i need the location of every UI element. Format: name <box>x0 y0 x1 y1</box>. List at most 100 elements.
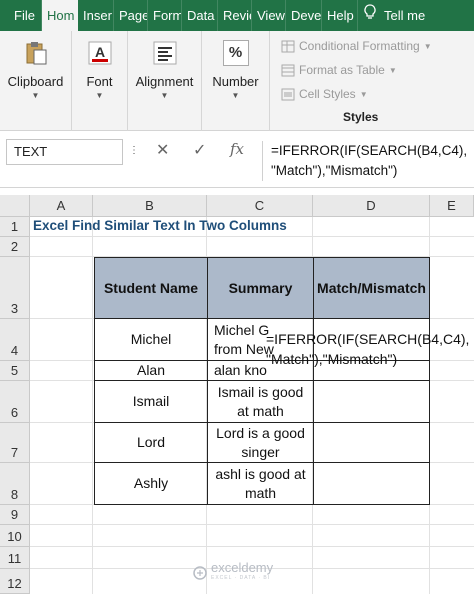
conditional-formatting-button[interactable]: Conditional Formatting ▼ <box>281 39 432 53</box>
tell-me-search[interactable]: Tell me <box>382 0 430 31</box>
font-color-icon: A <box>88 41 111 65</box>
tab-review[interactable]: Revie <box>218 0 252 31</box>
sheet-title-cell[interactable]: Excel Find Similar Text In Two Columns <box>33 218 287 233</box>
tab-home[interactable]: Hom <box>42 0 78 31</box>
header-summary[interactable]: Summary <box>207 257 314 319</box>
alignment-group[interactable]: Alignment ▼ <box>128 31 202 131</box>
cell-d6[interactable] <box>313 380 430 423</box>
select-all-corner[interactable] <box>0 195 30 217</box>
cell-c8-line2: math <box>244 484 277 501</box>
tab-view[interactable]: View <box>252 0 286 31</box>
tab-file[interactable]: File <box>0 0 42 31</box>
chevron-down-icon: ▼ <box>160 91 169 100</box>
alignment-label: Alignment <box>135 74 194 89</box>
gridline <box>30 546 474 547</box>
format-as-table-button[interactable]: Format as Table ▼ <box>281 63 397 77</box>
row-header-3[interactable]: 3 <box>0 257 30 319</box>
cell-b4[interactable]: Michel <box>94 318 208 361</box>
chevron-down-icon: ▼ <box>231 91 240 100</box>
row-header-8[interactable]: 8 <box>0 463 30 505</box>
cell-c7-line1: Lord is a good <box>216 424 305 441</box>
chevron-down-icon: ▼ <box>95 91 104 100</box>
gridline <box>30 524 474 525</box>
gridline <box>30 236 474 237</box>
column-header-b[interactable]: B <box>93 195 207 217</box>
cell-c8[interactable]: ashl is good at math <box>207 462 314 505</box>
conditional-formatting-icon <box>281 40 295 52</box>
cell-c8-line1: ashl is good at <box>215 465 306 482</box>
align-icon <box>153 41 176 65</box>
watermark-tagline: EXCEL · DATA · BI <box>211 575 271 581</box>
tab-help[interactable]: Help <box>322 0 358 31</box>
cell-edit-formula[interactable]: =IFERROR(IF(SEARCH(B4,C4), "Match"),"Mis… <box>266 329 469 369</box>
cell-c7-line2: singer <box>241 443 280 460</box>
spreadsheet-grid[interactable]: A B C D E 1 2 3 4 5 6 7 8 9 10 11 12 Exc… <box>0 195 474 594</box>
row-header-5[interactable]: 5 <box>0 361 30 381</box>
gridline <box>92 217 93 594</box>
cell-c4-line1: Michel G <box>214 321 270 338</box>
format-as-table-label: Format as Table <box>299 63 385 77</box>
tab-page-layout[interactable]: Page <box>114 0 148 31</box>
formula-bar: TEXT ⋮ ✕ ✓ fx =IFERROR(IF(SEARCH(B4,C4),… <box>0 131 474 188</box>
enter-icon[interactable]: ✓ <box>193 140 206 160</box>
cell-b7[interactable]: Lord <box>94 422 208 463</box>
insert-function-icon[interactable]: fx <box>230 140 244 158</box>
conditional-formatting-label: Conditional Formatting <box>299 39 420 53</box>
cell-b5[interactable]: Alan <box>94 360 208 381</box>
cell-b6[interactable]: Ismail <box>94 380 208 423</box>
edit-formula-line-1: =IFERROR(IF(SEARCH(B4,C4), <box>266 331 470 347</box>
clipboard-icon <box>26 42 46 65</box>
svg-text:A: A <box>94 44 104 60</box>
clipboard-group[interactable]: Clipboard ▼ <box>0 31 72 131</box>
cell-c6[interactable]: Ismail is good at math <box>207 380 314 423</box>
row-header-6[interactable]: 6 <box>0 381 30 423</box>
row-header-2[interactable]: 2 <box>0 237 30 257</box>
formula-input[interactable]: =IFERROR(IF(SEARCH(B4,C4), "Match"),"Mis… <box>262 141 472 181</box>
formula-line-2: "Match"),"Mismatch") <box>271 163 398 178</box>
header-match-mismatch[interactable]: Match/Mismatch <box>313 257 430 319</box>
row-header-9[interactable]: 9 <box>0 505 30 525</box>
row-header-4[interactable]: 4 <box>0 319 30 361</box>
column-header-a[interactable]: A <box>30 195 93 217</box>
font-label: Font <box>86 74 113 89</box>
cancel-icon[interactable]: ✕ <box>156 140 169 160</box>
exceldemy-logo-icon <box>193 566 207 580</box>
cell-c6-line1: Ismail is good <box>217 383 304 400</box>
column-header-d[interactable]: D <box>313 195 430 217</box>
watermark-brand: exceldemy <box>211 560 274 575</box>
tab-data[interactable]: Data <box>182 0 218 31</box>
font-group[interactable]: A Font ▼ <box>72 31 128 131</box>
vertical-dots-icon: ⋮ <box>129 145 139 156</box>
tab-insert[interactable]: Inser <box>78 0 114 31</box>
chevron-down-icon: ▼ <box>359 89 368 99</box>
cell-styles-icon <box>281 88 295 100</box>
cell-c7[interactable]: Lord is a good singer <box>207 422 314 463</box>
lightbulb-icon[interactable] <box>358 0 382 31</box>
tab-formulas[interactable]: Form <box>148 0 182 31</box>
column-header-c[interactable]: C <box>207 195 313 217</box>
chevron-down-icon: ▼ <box>388 65 397 75</box>
ribbon-home-panel: Clipboard ▼ A Font ▼ Alignment ▼ % Numbe… <box>0 31 474 131</box>
cell-b8[interactable]: Ashly <box>94 462 208 505</box>
styles-group-label: Styles <box>343 110 379 124</box>
row-header-1[interactable]: 1 <box>0 217 30 237</box>
row-header-10[interactable]: 10 <box>0 525 30 547</box>
watermark: exceldemy EXCEL · DATA · BI <box>193 560 274 583</box>
chevron-down-icon: ▼ <box>423 41 432 51</box>
number-group[interactable]: % Number ▼ <box>202 31 270 131</box>
cell-d8[interactable] <box>313 462 430 505</box>
row-header-7[interactable]: 7 <box>0 423 30 463</box>
header-student-name[interactable]: Student Name <box>94 257 208 319</box>
row-header-11[interactable]: 11 <box>0 547 30 569</box>
percent-icon: % <box>222 40 249 66</box>
edit-formula-line-2: "Match"),"Mismatch") <box>266 351 398 367</box>
cell-d7[interactable] <box>313 422 430 463</box>
tab-developer[interactable]: Deve <box>286 0 322 31</box>
row-header-12[interactable]: 12 <box>0 569 30 594</box>
cell-styles-button[interactable]: Cell Styles ▼ <box>281 87 368 101</box>
column-header-e[interactable]: E <box>430 195 474 217</box>
clipboard-label: Clipboard <box>7 74 64 89</box>
name-box[interactable]: TEXT <box>6 139 123 165</box>
number-label: Number <box>212 74 259 89</box>
formula-line-1: =IFERROR(IF(SEARCH(B4,C4), <box>271 143 468 158</box>
